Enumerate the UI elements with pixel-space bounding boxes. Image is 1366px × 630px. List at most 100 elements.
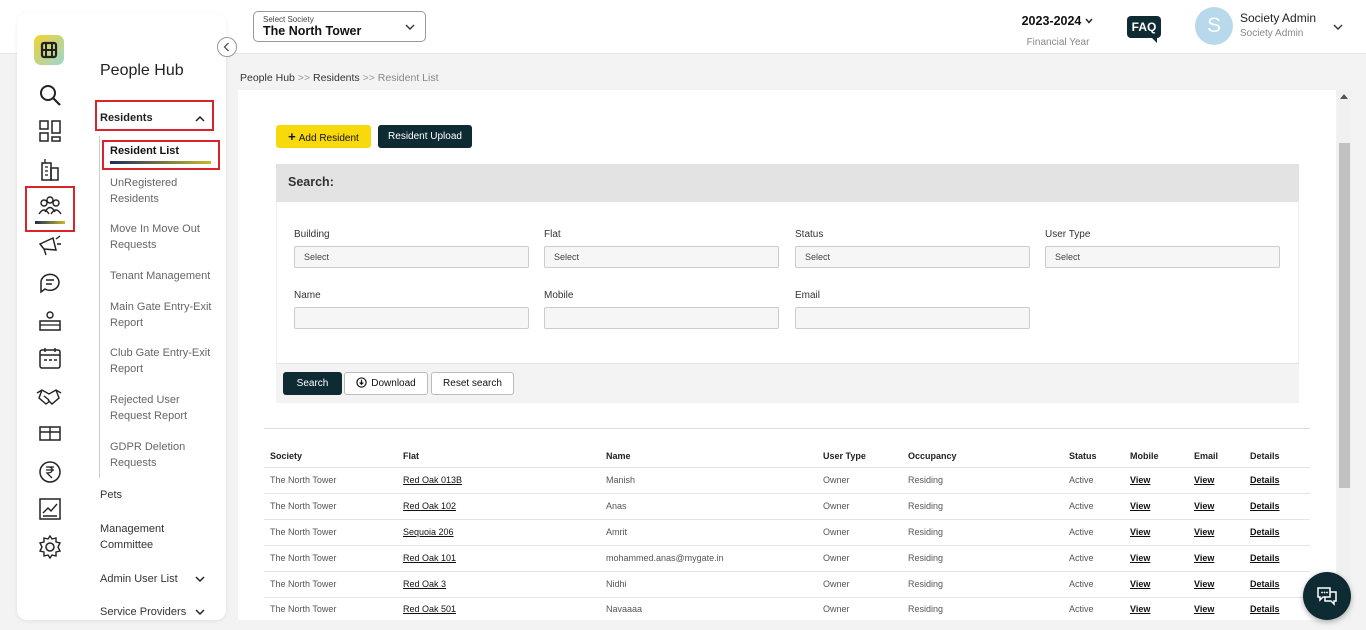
chevron-up-icon[interactable] [194,113,206,125]
avatar[interactable]: S [1195,7,1233,45]
chat-icon[interactable] [37,270,63,296]
cell-email[interactable]: View [1194,553,1214,563]
financial-year-selector[interactable]: 2023-2024 Financial Year [1010,12,1106,48]
cell-email[interactable]: View [1194,501,1214,511]
name-input[interactable] [294,307,529,329]
cell-email[interactable]: View [1194,579,1214,589]
flat-select[interactable]: Select [544,246,779,268]
cell-details[interactable]: Details [1250,604,1280,614]
sidebar-item-pets[interactable]: Pets [100,487,122,503]
chevron-down-icon [405,24,415,30]
sidebar-item-management-committee[interactable]: Management Committee [100,521,190,553]
status-select[interactable]: Select [795,246,1030,268]
building-label: Building [294,229,330,240]
column-header-user-type: User Type [823,451,866,461]
financial-year-label: Financial Year [1026,37,1090,48]
cell-email[interactable]: View [1194,475,1214,485]
cell-flat[interactable]: Sequoia 206 [403,527,454,537]
submenu-tree-line [99,136,100,478]
sidebar-item-club-gate-report[interactable]: Club Gate Entry-Exit Report [110,345,215,377]
reset-search-button[interactable]: Reset search [431,372,514,395]
user-type-select[interactable]: Select [1045,246,1280,268]
cell-mobile[interactable]: View [1130,501,1150,511]
package-icon[interactable] [37,420,63,446]
building-select[interactable]: Select [294,246,529,268]
people-icon[interactable] [37,194,63,220]
mobile-label: Mobile [544,290,574,301]
cell-name: Anas [606,501,627,511]
society-select[interactable]: Select Society The North Tower [253,11,426,42]
user-role: Society Admin [1240,28,1304,39]
chat-support-button[interactable] [1303,572,1351,620]
download-button[interactable]: Download [344,372,428,395]
user-name: Society Admin [1240,11,1317,25]
cell-flat[interactable]: Red Oak 102 [403,501,456,511]
cell-details[interactable]: Details [1250,501,1280,511]
faq-button[interactable]: FAQ [1127,16,1161,43]
desk-icon[interactable] [37,308,63,334]
cell-mobile[interactable]: View [1130,604,1150,614]
cell-flat[interactable]: Red Oak 3 [403,579,446,589]
cell-mobile[interactable]: View [1130,475,1150,485]
search-button[interactable]: Search [283,372,342,395]
cell-society: The North Tower [270,553,337,563]
table-row [264,519,1310,520]
dashboard-icon[interactable] [37,118,63,144]
cell-details[interactable]: Details [1250,553,1280,563]
breadcrumb-residents[interactable]: Residents [313,72,360,84]
table-row [264,571,1310,572]
chevron-down-icon[interactable] [194,606,206,618]
vertical-scrollbar[interactable] [1337,90,1351,620]
search-heading: Search: [288,175,334,189]
building-icon[interactable] [37,156,63,182]
chevron-down-icon[interactable] [194,573,206,585]
cell-name: Nidhi [606,579,627,589]
cell-user-type: Owner [823,553,850,563]
sidebar-item-tenant-management[interactable]: Tenant Management [110,268,215,284]
rupee-icon[interactable] [37,459,63,485]
sidebar-item-unregistered-residents[interactable]: UnRegistered Residents [110,175,215,207]
cell-details[interactable]: Details [1250,579,1280,589]
cell-mobile[interactable]: View [1130,553,1150,563]
sidebar-item-admin-user-list[interactable]: Admin User List [100,571,178,587]
sidebar-item-rejected-user-report[interactable]: Rejected User Request Report [110,392,215,424]
search-panel-header: Search: [276,164,1299,202]
sidebar-item-move-in-move-out[interactable]: Move In Move Out Requests [110,221,215,253]
add-resident-button[interactable]: + Add Resident [276,125,371,148]
sidebar-item-residents[interactable]: Residents [100,112,153,124]
search-icon[interactable] [37,82,63,108]
cell-email[interactable]: View [1194,527,1214,537]
scroll-up-arrow[interactable] [1340,94,1348,99]
cell-society: The North Tower [270,527,337,537]
cell-flat[interactable]: Red Oak 101 [403,553,456,563]
logo-icon[interactable] [34,35,64,65]
cell-mobile[interactable]: View [1130,527,1150,537]
user-menu-chevron-icon[interactable] [1332,21,1344,33]
mobile-input[interactable] [544,307,779,329]
chart-icon[interactable] [37,496,63,522]
cell-occupancy: Residing [908,501,944,511]
cell-mobile[interactable]: View [1130,579,1150,589]
sidebar-collapse-button[interactable] [217,37,237,57]
megaphone-icon[interactable] [37,232,63,258]
gear-icon[interactable] [37,534,63,560]
sidebar-item-service-providers[interactable]: Service Providers [100,604,186,620]
cell-email[interactable]: View [1194,604,1214,614]
scrollbar-thumb[interactable] [1339,143,1350,488]
cell-details[interactable]: Details [1250,475,1280,485]
sidebar-item-resident-list[interactable]: Resident List [110,145,179,157]
breadcrumb-people-hub[interactable]: People Hub [240,72,295,84]
cell-flat[interactable]: Red Oak 013B [403,475,462,485]
sidebar-item-gdpr-deletion[interactable]: GDPR Deletion Requests [110,439,215,471]
calendar-icon[interactable] [37,345,63,371]
financial-year-value: 2023-2024 [1021,14,1082,28]
chevron-down-icon [1085,18,1093,24]
society-select-value: The North Tower [263,24,362,38]
download-icon [356,377,367,388]
sidebar-item-main-gate-report[interactable]: Main Gate Entry-Exit Report [110,299,215,331]
email-input[interactable] [795,307,1030,329]
resident-upload-button[interactable]: Resident Upload [378,125,472,148]
cell-details[interactable]: Details [1250,527,1280,537]
cell-flat[interactable]: Red Oak 501 [403,604,456,614]
handshake-icon[interactable] [36,383,62,409]
